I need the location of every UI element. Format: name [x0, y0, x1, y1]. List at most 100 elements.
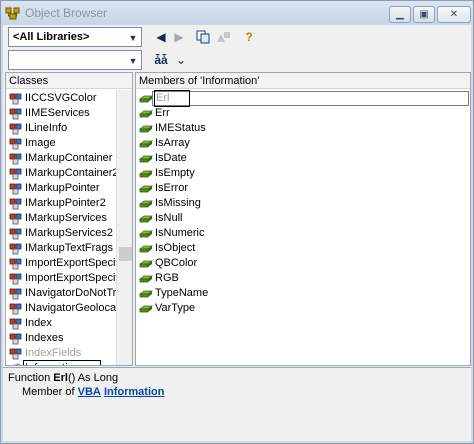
class-list-item[interactable]: Indexes: [6, 331, 116, 346]
class-list-item-label: INavigatorDoNotTrac: [25, 287, 128, 299]
classes-header: Classes: [6, 73, 132, 89]
member-list-item-label: IsEmpty: [155, 167, 195, 179]
go-back-button[interactable]: ◀: [151, 27, 171, 47]
class-list-item[interactable]: Image: [6, 136, 116, 151]
class-list-item[interactable]: IMarkupTextFrags: [6, 241, 116, 256]
classes-pane: Classes IICCSVGColor IIMEServices ILineInf…: [5, 72, 133, 366]
signature-kind: Function: [8, 372, 54, 384]
class-list-item[interactable]: ImportExportSpecific: [6, 256, 126, 271]
class-list-item[interactable]: IndexFields: [6, 346, 116, 361]
member-list-item[interactable]: Erl: [136, 90, 470, 107]
member-list-item[interactable]: Err: [136, 106, 470, 121]
method-icon: [139, 95, 153, 103]
member-list-item[interactable]: IsNumeric: [136, 226, 470, 241]
class-list-item[interactable]: Index: [6, 316, 116, 331]
class-list-item[interactable]: IMarkupContainer2: [6, 166, 119, 181]
search-button[interactable]: ǡǡ: [151, 50, 171, 70]
member-list-item-label: IsError: [155, 182, 188, 194]
member-list-item[interactable]: IsArray: [136, 136, 470, 151]
class-list-item[interactable]: INavigatorGeolocatio: [6, 301, 128, 316]
go-forward-button[interactable]: ▶: [169, 27, 189, 47]
class-list-item[interactable]: IMarkupServices2: [6, 226, 116, 241]
member-list-item[interactable]: IsError: [136, 181, 470, 196]
method-icon: [139, 125, 153, 133]
member-list-item[interactable]: IsEmpty: [136, 166, 470, 181]
chevron-down-icon[interactable]: ▼: [127, 55, 139, 67]
method-icon: [139, 185, 153, 193]
class-icon: [9, 93, 22, 105]
class-list-item[interactable]: ILineInfo: [6, 121, 116, 136]
title-bar[interactable]: Object Browser ▁ ▣ ✕: [1, 1, 473, 25]
object-browser-window: Object Browser ▁ ▣ ✕ <All Libraries> ▼ ◀…: [0, 0, 474, 444]
classes-scroll-thumb[interactable]: [119, 247, 132, 261]
close-icon: ✕: [449, 9, 459, 20]
member-list-item[interactable]: IsDate: [136, 151, 470, 166]
member-list-item[interactable]: IsNull: [136, 211, 470, 226]
member-list-item[interactable]: TypeName: [136, 286, 470, 301]
double-chevron-down-icon: ⌄: [175, 53, 187, 67]
class-list-item-label: Information: [22, 360, 102, 365]
signature-name: Erl: [53, 372, 68, 384]
object-browser-icon: [5, 7, 20, 20]
library-select[interactable]: <All Libraries> ▼: [8, 27, 142, 47]
method-icon: [139, 200, 153, 208]
class-icon: [9, 288, 22, 300]
class-list-item[interactable]: INavigatorDoNotTrac: [6, 286, 128, 301]
class-list-item[interactable]: ImportExportSpecific: [6, 271, 126, 286]
classes-scrollbar[interactable]: [116, 90, 132, 365]
member-list-item[interactable]: RGB: [136, 271, 470, 286]
class-list-item[interactable]: IMarkupPointer: [6, 181, 116, 196]
member-list-item[interactable]: QBColor: [136, 256, 470, 271]
copy-to-clipboard-button[interactable]: [193, 27, 213, 47]
class-list-item[interactable]: IIMEServices: [6, 106, 116, 121]
class-list-item[interactable]: Information: [6, 360, 116, 365]
member-list-item[interactable]: VarType: [136, 301, 470, 316]
member-list-item-label: IsNull: [155, 212, 183, 224]
member-list-item-label: QBColor: [155, 257, 198, 269]
selection-box: [152, 91, 469, 106]
member-list-item[interactable]: IsMissing: [136, 196, 470, 211]
class-icon: [9, 213, 22, 225]
class-list-item[interactable]: IMarkupServices: [6, 211, 116, 226]
view-definition-icon: [217, 32, 230, 42]
member-list-item-label: IsObject: [155, 242, 196, 254]
class-icon: [9, 108, 22, 120]
class-icon: [9, 318, 22, 330]
class-list-item-label: IMarkupServices2: [25, 227, 114, 239]
maximize-button[interactable]: ▣: [413, 6, 435, 23]
class-icon: [9, 153, 22, 165]
members-pane: Members of 'Information' Erl Err IMEStatus…: [135, 72, 471, 366]
class-icon: [9, 333, 22, 345]
class-list-item[interactable]: IMarkupPointer2: [6, 196, 116, 211]
class-link[interactable]: Information: [104, 386, 165, 398]
view-definition-button[interactable]: [213, 27, 233, 47]
class-list-item[interactable]: IICCSVGColor: [6, 91, 116, 106]
close-button[interactable]: ✕: [437, 6, 471, 23]
minimize-button[interactable]: ▁: [389, 6, 411, 23]
member-list-item-label: IsMissing: [155, 197, 201, 209]
class-icon: [9, 228, 22, 240]
class-list-item-label: IMarkupPointer: [25, 182, 100, 194]
class-list-item-label: Image: [25, 137, 56, 149]
class-list-item-label: ImportExportSpecific: [25, 272, 127, 284]
help-button[interactable]: ?: [239, 27, 259, 47]
member-list-item-label: IsArray: [155, 137, 190, 149]
method-icon: [139, 170, 153, 178]
class-list-item-label: IMarkupContainer2: [25, 167, 119, 179]
signature-return: () As Long: [67, 372, 119, 384]
class-list-item-label: IMarkupContainer: [25, 152, 113, 164]
method-icon: [139, 290, 153, 298]
copy-icon: [196, 30, 210, 44]
class-list-item-label: INavigatorGeolocatio: [25, 302, 128, 314]
maximize-icon: ▣: [419, 9, 429, 20]
search-text-combo[interactable]: ▼: [8, 50, 142, 70]
class-list-item-label: IMarkupPointer2: [25, 197, 106, 209]
library-link[interactable]: VBA: [78, 386, 101, 398]
member-list-item-label: Err: [155, 107, 170, 119]
toggle-search-results-button[interactable]: ⌄: [171, 50, 191, 70]
binoculars-icon: ǡǡ: [154, 53, 168, 67]
member-list-item[interactable]: IMEStatus: [136, 121, 470, 136]
class-list-item[interactable]: IMarkupContainer: [6, 151, 116, 166]
chevron-down-icon[interactable]: ▼: [127, 32, 139, 44]
member-list-item[interactable]: IsObject: [136, 241, 470, 256]
